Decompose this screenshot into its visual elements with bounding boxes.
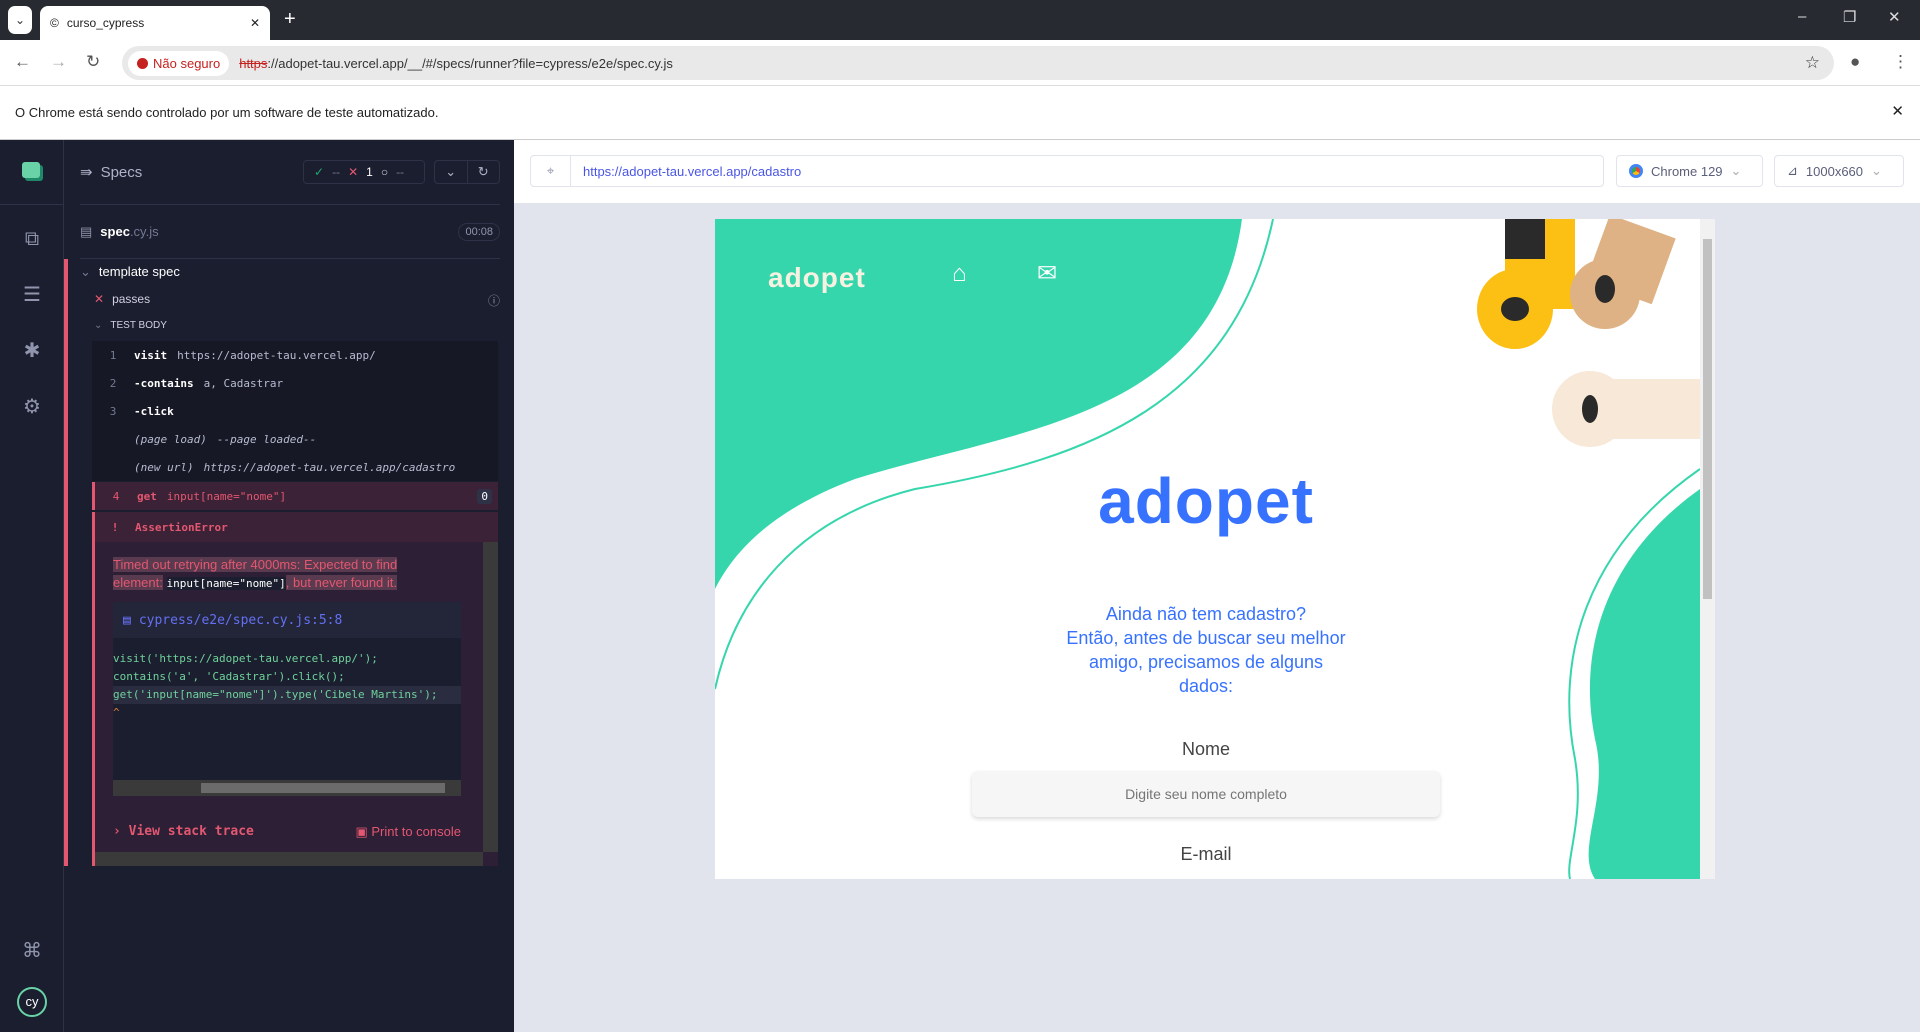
cypress-logo-icon[interactable]: cy — [17, 987, 47, 1017]
warning-icon — [137, 57, 148, 69]
intro-text: Ainda não tem cadastro? Então, antes de b… — [1066, 604, 1346, 696]
app-iframe: adopet ⌂ ✉ adopet Ainda não tem cadastro… — [715, 219, 1715, 879]
back-icon[interactable]: ← — [14, 52, 31, 72]
command-row[interactable]: 1 visit https://adopet-tau.vercel.app/ — [92, 341, 498, 369]
command-row[interactable]: (new url) https://adopet-tau.vercel.app/c… — [92, 453, 498, 481]
code-frame-file-link[interactable]: ▤ cypress/e2e/spec.cy.js:5:8 — [113, 602, 461, 638]
error-panel: ! AssertionError Timed out retrying after… — [92, 512, 498, 866]
print-to-console-button[interactable]: ▣ Print to console — [355, 824, 461, 840]
tab-search-button[interactable]: ⌄ — [8, 6, 32, 34]
code-horizontal-scrollbar[interactable] — [113, 780, 461, 796]
close-tab-icon[interactable]: ✕ — [250, 16, 260, 30]
main-logo: adopet — [1098, 465, 1314, 537]
name-label: Nome — [1181, 739, 1230, 759]
minimize-button[interactable]: – — [1798, 8, 1806, 25]
close-infobar-icon[interactable]: ✕ — [1891, 102, 1904, 120]
header-logo[interactable]: adopet — [768, 262, 866, 294]
failed-icon: ✕ — [348, 165, 359, 179]
cypress-app-icon[interactable] — [22, 162, 40, 178]
ruler-icon: ⊿ — [1787, 163, 1798, 178]
terminal-icon: ▣ — [355, 824, 368, 839]
iframe-scrollbar[interactable] — [1700, 219, 1715, 879]
reload-icon[interactable]: ↻ — [86, 52, 100, 72]
rerun-icon[interactable]: ↻ — [468, 161, 500, 183]
address-bar-row: ← → ↻ Não seguro https://adopet-tau.verc… — [0, 40, 1920, 86]
cypress-sidebar: ⧉ ☰ ✱ ⚙ ⌘ cy — [0, 140, 64, 1032]
viewport-selector[interactable]: ⊿ 1000x660 ⌄ — [1774, 155, 1904, 187]
automation-infobar: O Chrome está sendo controlado por um so… — [0, 86, 1920, 140]
failed-command-row[interactable]: 4 get input[name="nome"] 0 — [92, 482, 498, 510]
runs-icon[interactable]: ☰ — [20, 283, 44, 307]
restore-button[interactable]: ❐ — [1843, 8, 1856, 26]
chrome-icon — [1629, 164, 1643, 178]
command-row[interactable]: 3 -click — [92, 397, 498, 425]
specs-list-icon[interactable]: ⇛ — [80, 163, 93, 181]
name-input[interactable] — [972, 771, 1440, 817]
aut-header: ⌖ https://adopet-tau.vercel.app/cadastro … — [514, 140, 1920, 204]
tab-bar: ⌄ © curso_cypress ✕ + – ❐ ✕ — [0, 0, 1920, 40]
new-tab-button[interactable]: + — [284, 8, 296, 31]
error-message: Timed out retrying after 4000ms: Expecte… — [113, 557, 398, 590]
chevron-down-icon[interactable]: ⌄ — [435, 161, 468, 183]
test-stats: ✓ -- ✕ 1 ○ -- — [303, 160, 425, 184]
reporter-panel: ⇛ Specs ✓ -- ✕ 1 ○ -- ⌄ ↻ ▤ spec.cy.js 00:08 … — [64, 140, 514, 1032]
code-frame: visit('https://adopet-tau.vercel.app/');… — [113, 638, 461, 796]
home-icon[interactable]: ⌂ — [952, 260, 967, 288]
browser-selector[interactable]: Chrome 129 ⌄ — [1616, 155, 1763, 187]
spec-file-row: ▤ spec.cy.js 00:08 — [80, 205, 500, 259]
cypress-favicon-icon: © — [50, 16, 59, 30]
error-horizontal-scrollbar[interactable] — [95, 852, 483, 866]
specs-icon[interactable]: ⧉ — [20, 227, 44, 251]
file-icon: ▤ — [80, 223, 93, 239]
view-stack-trace-button[interactable]: › View stack trace — [113, 824, 254, 840]
mail-icon[interactable]: ✉ — [1037, 259, 1057, 288]
aut-url-bar[interactable]: ⌖ https://adopet-tau.vercel.app/cadastro — [530, 155, 1604, 187]
close-window-button[interactable]: ✕ — [1888, 8, 1901, 26]
error-vertical-scrollbar[interactable] — [483, 542, 498, 852]
email-label: E-mail — [1180, 844, 1232, 864]
selector-playground-icon[interactable]: ⌖ — [531, 156, 571, 186]
passed-icon: ✓ — [314, 165, 325, 179]
security-badge[interactable]: Não seguro — [128, 50, 230, 76]
test-body-header[interactable]: ⌄ TEST BODY — [94, 320, 167, 331]
forward-icon[interactable]: → — [50, 52, 67, 72]
failed-suite-bar — [64, 259, 68, 866]
omnibox[interactable]: Não seguro https://adopet-tau.vercel.app… — [122, 46, 1834, 80]
tab-curso-cypress[interactable]: © curso_cypress ✕ — [40, 6, 270, 40]
command-row[interactable]: (page load) --page loaded-- — [92, 425, 498, 453]
failed-x-icon: ✕ — [94, 292, 105, 306]
profile-icon[interactable]: ● — [1850, 52, 1860, 72]
file-icon: ▤ — [123, 612, 131, 628]
command-row[interactable]: 2 -contains a, Cadastrar — [92, 369, 498, 397]
suite-title[interactable]: ⌄ template spec — [80, 264, 180, 280]
run-controls: ⌄ ↻ — [434, 160, 500, 184]
bookmark-star-icon[interactable]: ☆ — [1805, 53, 1820, 73]
keyboard-shortcuts-icon[interactable]: ⌘ — [20, 939, 44, 963]
info-icon[interactable]: ⓘ — [488, 292, 500, 309]
pending-icon: ○ — [380, 165, 389, 179]
settings-gear-icon[interactable]: ⚙ — [20, 395, 44, 419]
test-title[interactable]: ✕ passes ⓘ — [94, 292, 500, 309]
debug-bug-icon[interactable]: ✱ — [20, 339, 44, 363]
menu-icon[interactable]: ⋮ — [1892, 52, 1909, 72]
cat-paws-illustration — [1477, 219, 1700, 447]
